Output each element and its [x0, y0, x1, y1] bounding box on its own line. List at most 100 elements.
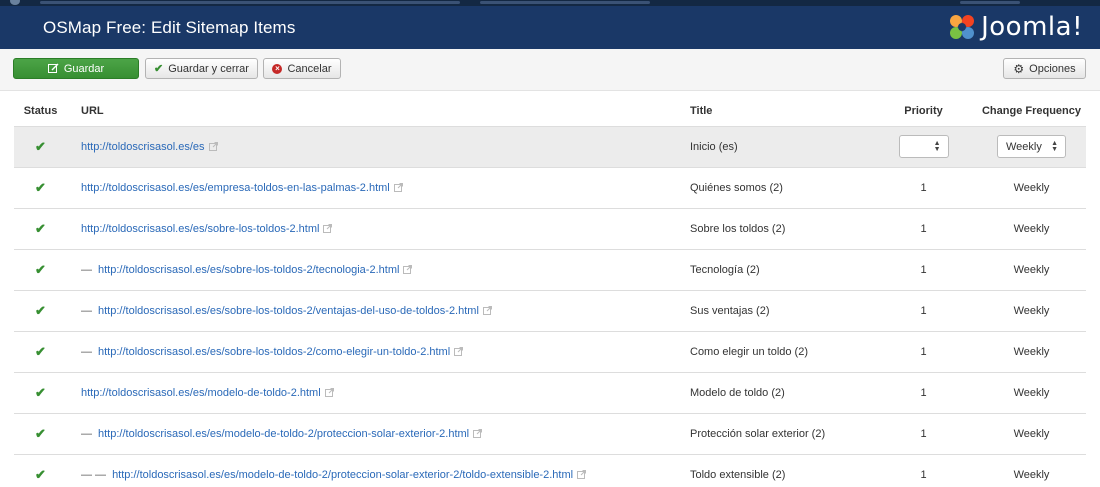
- url-cell: — http://toldoscrisasol.es/es/sobre-los-t…: [67, 330, 690, 372]
- save-button[interactable]: Guardar: [13, 58, 139, 79]
- url-cell: http://toldoscrisasol.es/es/modelo-de-to…: [67, 371, 690, 413]
- external-link-icon[interactable]: [403, 264, 413, 274]
- status-cell[interactable]: ✔: [14, 166, 67, 208]
- sitemap-items-table: Status URL Title Priority Change Frequen…: [14, 97, 1086, 487]
- url-cell: — http://toldoscrisasol.es/es/sobre-los-t…: [67, 289, 690, 331]
- check-icon[interactable]: ✔: [35, 385, 46, 400]
- status-cell[interactable]: ✔: [14, 248, 67, 290]
- brand-name: Joomla!: [981, 12, 1083, 42]
- save-close-label: Guardar y cerrar: [168, 62, 249, 75]
- check-icon[interactable]: ✔: [35, 303, 46, 318]
- url-link[interactable]: http://toldoscrisasol.es/es/modelo-de-to…: [98, 428, 469, 440]
- options-button[interactable]: ⚙ Opciones: [1003, 58, 1086, 79]
- priority-cell[interactable]: 1: [870, 289, 977, 331]
- frequency-cell[interactable]: Weekly: [977, 289, 1086, 331]
- status-cell[interactable]: ✔: [14, 207, 67, 249]
- external-link-icon[interactable]: [482, 305, 492, 315]
- priority-cell[interactable]: 1: [870, 371, 977, 413]
- frequency-cell[interactable]: Weekly: [977, 207, 1086, 249]
- external-link-icon[interactable]: [393, 182, 403, 192]
- check-icon[interactable]: ✔: [35, 467, 46, 482]
- table-row[interactable]: ✔ http://toldoscrisasol.es/es/empresa-to…: [14, 166, 1086, 208]
- priority-select[interactable]: ▲ ▼: [898, 135, 949, 158]
- frequency-cell[interactable]: Weekly: [977, 330, 1086, 372]
- frequency-cell[interactable]: Weekly: [977, 371, 1086, 413]
- table-row[interactable]: ✔ — http://toldoscrisasol.es/es/sobre-los…: [14, 248, 1086, 290]
- column-header-title[interactable]: Title: [690, 97, 870, 127]
- url-link[interactable]: http://toldoscrisasol.es/es/sobre-los-to…: [81, 223, 319, 235]
- column-header-url[interactable]: URL: [67, 97, 690, 127]
- save-and-close-button[interactable]: ✔ Guardar y cerrar: [145, 58, 258, 79]
- page-title: OSMap Free: Edit Sitemap Items: [43, 17, 296, 37]
- url-link[interactable]: http://toldoscrisasol.es/es/modelo-de-to…: [112, 469, 573, 481]
- table-row[interactable]: ✔ — http://toldoscrisasol.es/es/sobre-los…: [14, 330, 1086, 372]
- edit-icon: [47, 63, 59, 74]
- table-header-row: Status URL Title Priority Change Frequen…: [14, 97, 1086, 127]
- url-link[interactable]: http://toldoscrisasol.es/es/sobre-los-to…: [98, 346, 450, 358]
- external-link-icon[interactable]: [323, 223, 333, 233]
- external-link-icon[interactable]: [208, 141, 218, 151]
- joomla-mini-icon[interactable]: [10, 0, 20, 5]
- table-row[interactable]: ✔ — — http://toldoscrisasol.es/es/modelo-…: [14, 453, 1086, 487]
- table-row[interactable]: ✔ http://toldoscrisasol.es/es/modelo-de-…: [14, 371, 1086, 413]
- check-icon[interactable]: ✔: [35, 344, 46, 359]
- priority-cell[interactable]: 1: [870, 453, 977, 487]
- table-row[interactable]: ✔ http://toldoscrisasol.es/es Inicio (es…: [14, 125, 1086, 167]
- url-link[interactable]: http://toldoscrisasol.es/es: [81, 141, 205, 153]
- priority-cell[interactable]: 1: [870, 248, 977, 290]
- title-cell: Inicio (es): [690, 125, 870, 167]
- title-cell: Como elegir un toldo (2): [690, 330, 870, 372]
- external-link-icon[interactable]: [324, 387, 334, 397]
- url-link[interactable]: http://toldoscrisasol.es/es/sobre-los-to…: [98, 305, 479, 317]
- priority-cell[interactable]: 1: [870, 207, 977, 249]
- frequency-select[interactable]: Weekly ▲ ▼: [997, 135, 1066, 158]
- table-row[interactable]: ✔ — http://toldoscrisasol.es/es/sobre-los…: [14, 289, 1086, 331]
- check-icon[interactable]: ✔: [35, 262, 46, 277]
- url-link[interactable]: http://toldoscrisasol.es/es/empresa-told…: [81, 182, 390, 194]
- depth-indent: — —: [81, 468, 107, 481]
- frequency-cell[interactable]: Weekly: [977, 412, 1086, 454]
- select-arrows-icon: ▲ ▼: [933, 139, 941, 153]
- check-icon[interactable]: ✔: [35, 180, 46, 195]
- status-cell[interactable]: ✔: [14, 330, 67, 372]
- joomla-logo: Joomla!: [947, 12, 1083, 42]
- table-row[interactable]: ✔ — http://toldoscrisasol.es/es/modelo-de…: [14, 412, 1086, 454]
- joomla-logo-icon: [950, 15, 975, 39]
- frequency-cell[interactable]: Weekly: [977, 453, 1086, 487]
- frequency-cell[interactable]: Weekly: [977, 248, 1086, 290]
- status-cell[interactable]: ✔: [14, 289, 67, 331]
- external-link-icon[interactable]: [454, 346, 464, 356]
- check-icon[interactable]: ✔: [35, 221, 46, 236]
- priority-cell[interactable]: 1: [870, 412, 977, 454]
- admin-bar-blur: [40, 1, 460, 4]
- url-link[interactable]: http://toldoscrisasol.es/es/modelo-de-to…: [81, 387, 321, 399]
- cancel-circle-icon: ×: [272, 63, 283, 74]
- status-cell[interactable]: ✔: [14, 125, 67, 167]
- select-arrows-icon: ▲ ▼: [1051, 139, 1058, 153]
- depth-indent: —: [81, 263, 92, 276]
- column-header-status[interactable]: Status: [14, 97, 67, 127]
- depth-indent: —: [81, 345, 92, 358]
- priority-cell[interactable]: 1: [870, 166, 977, 208]
- external-link-icon[interactable]: [577, 469, 587, 479]
- status-cell[interactable]: ✔: [14, 412, 67, 454]
- save-label: Guardar: [63, 62, 105, 75]
- url-cell: — http://toldoscrisasol.es/es/sobre-los-t…: [67, 248, 690, 290]
- cancel-button[interactable]: × Cancelar: [263, 58, 341, 79]
- options-label: Opciones: [1029, 62, 1076, 75]
- frequency-value: Weekly: [1006, 140, 1042, 153]
- column-header-frequency[interactable]: Change Frequency: [977, 97, 1086, 127]
- column-header-priority[interactable]: Priority: [870, 97, 977, 127]
- check-icon[interactable]: ✔: [35, 426, 46, 441]
- table-row[interactable]: ✔ http://toldoscrisasol.es/es/sobre-los-…: [14, 207, 1086, 249]
- external-link-icon[interactable]: [473, 428, 483, 438]
- frequency-cell[interactable]: Weekly: [977, 166, 1086, 208]
- url-link[interactable]: http://toldoscrisasol.es/es/sobre-los-to…: [98, 264, 399, 276]
- check-icon: ✔: [154, 63, 164, 75]
- admin-bar-blur: [960, 1, 1020, 4]
- check-icon[interactable]: ✔: [35, 139, 46, 154]
- status-cell[interactable]: ✔: [14, 371, 67, 413]
- status-cell[interactable]: ✔: [14, 453, 67, 487]
- priority-cell[interactable]: 1: [870, 330, 977, 372]
- page-header: OSMap Free: Edit Sitemap Items Joomla!: [0, 6, 1100, 49]
